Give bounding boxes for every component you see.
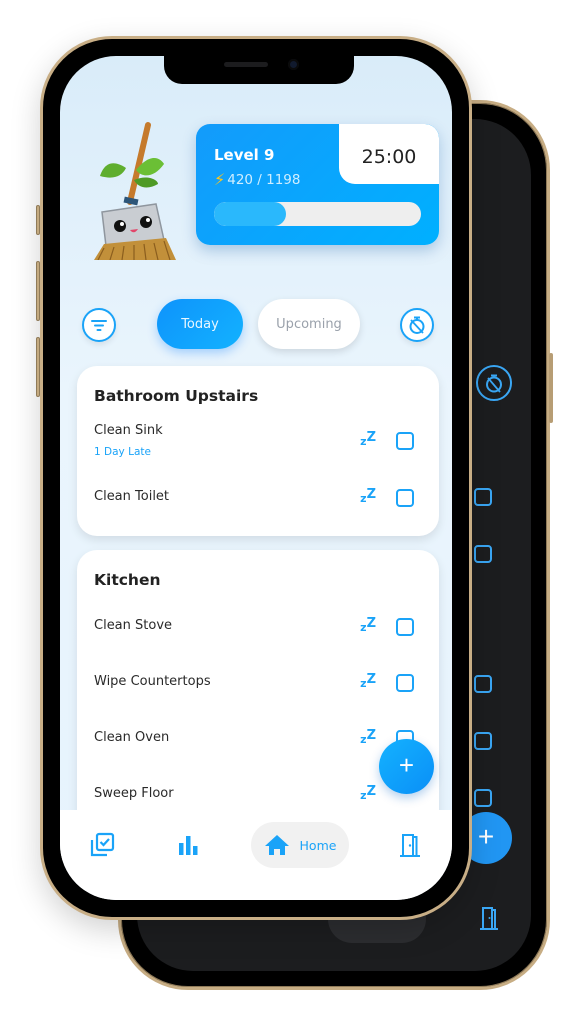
filter-button[interactable] (82, 308, 116, 342)
stats-icon (179, 836, 198, 855)
room-card-kitchen: Kitchen Clean Stove zZ Wipe Countertops … (77, 550, 439, 850)
snooze-icon[interactable]: zZ (360, 616, 376, 635)
timer-text: 25:00 (361, 146, 417, 168)
door-exit-icon (400, 834, 420, 857)
task-row[interactable]: Sweep Floor zZ (94, 774, 422, 814)
focus-timer[interactable]: 25:00 (339, 124, 439, 184)
task-name: Sweep Floor (94, 786, 174, 801)
task-row[interactable]: Clean Oven zZ (94, 718, 422, 758)
speaker-grille (224, 62, 268, 67)
task-late-status: 1 Day Late (94, 446, 151, 458)
task-name: Clean Toilet (94, 489, 170, 504)
back-task-checkbox[interactable] (474, 732, 492, 750)
snooze-icon[interactable]: zZ (360, 784, 376, 803)
broom-mascot (80, 120, 180, 261)
task-name: Clean Stove (94, 618, 173, 633)
bottom-nav: Home (60, 810, 452, 900)
nav-stats[interactable] (172, 822, 204, 868)
nav-home[interactable]: Home (251, 822, 349, 868)
task-row[interactable]: Clean Stove zZ (94, 606, 422, 646)
xp-progress-bar (214, 202, 421, 226)
task-checkbox[interactable] (396, 432, 414, 450)
notch (164, 56, 354, 84)
add-task-button[interactable]: + (379, 739, 434, 794)
task-name: Clean Sink (94, 423, 163, 438)
front-phone-frame: Level 9 ⚡ 420 / 1198 25:00 Today Upcomin… (36, 36, 472, 920)
snooze-icon[interactable]: zZ (360, 487, 376, 506)
task-checkbox[interactable] (396, 489, 414, 507)
task-checkbox[interactable] (396, 618, 414, 636)
volume-down-button (36, 337, 40, 397)
front-camera (288, 59, 299, 70)
xp-text: 420 / 1198 (227, 171, 301, 188)
mute-switch (36, 205, 40, 235)
room-card-bathroom-upstairs: Bathroom Upstairs Clean Sink 1 Day Late … (77, 366, 439, 536)
filter-icon (91, 320, 107, 331)
nav-exit[interactable] (395, 822, 425, 868)
lightning-bolt-icon: ⚡ (214, 170, 226, 189)
app-screen: Level 9 ⚡ 420 / 1198 25:00 Today Upcomin… (60, 56, 452, 900)
level-card[interactable]: Level 9 ⚡ 420 / 1198 25:00 (196, 124, 439, 245)
side-button (549, 353, 553, 423)
xp-row: ⚡ 420 / 1198 (214, 170, 301, 189)
back-stopwatch-icon[interactable] (476, 365, 512, 401)
nav-tasks[interactable] (86, 822, 118, 868)
task-name: Clean Oven (94, 730, 170, 745)
task-row[interactable]: Clean Sink 1 Day Late zZ (94, 420, 422, 460)
home-icon (264, 835, 289, 855)
volume-up-button (36, 261, 40, 321)
snooze-icon[interactable]: zZ (360, 430, 376, 449)
task-checkbox[interactable] (396, 674, 414, 692)
snooze-icon[interactable]: zZ (360, 672, 376, 691)
device-mockup-stage: 00 + Home (0, 0, 585, 1024)
nav-home-label: Home (299, 837, 337, 853)
tab-upcoming[interactable]: Upcoming (258, 299, 360, 349)
task-row[interactable]: Clean Toilet zZ (94, 477, 422, 517)
back-task-checkbox[interactable] (474, 545, 492, 563)
stopwatch-off-icon (409, 316, 425, 334)
back-door-exit-icon[interactable] (478, 906, 500, 935)
tab-today[interactable]: Today (157, 299, 243, 349)
snooze-icon[interactable]: zZ (360, 728, 376, 747)
room-title: Bathroom Upstairs (94, 387, 259, 405)
back-task-checkbox[interactable] (474, 789, 492, 807)
xp-progress-fill (214, 202, 287, 226)
tasks-icon (90, 832, 115, 857)
back-task-checkbox[interactable] (474, 488, 492, 506)
task-row[interactable]: Wipe Countertops zZ (94, 662, 422, 702)
timer-toggle-button[interactable] (400, 308, 434, 342)
back-task-checkbox[interactable] (474, 675, 492, 693)
level-label: Level 9 (214, 146, 275, 164)
task-name: Wipe Countertops (94, 674, 211, 689)
room-title: Kitchen (94, 571, 161, 589)
